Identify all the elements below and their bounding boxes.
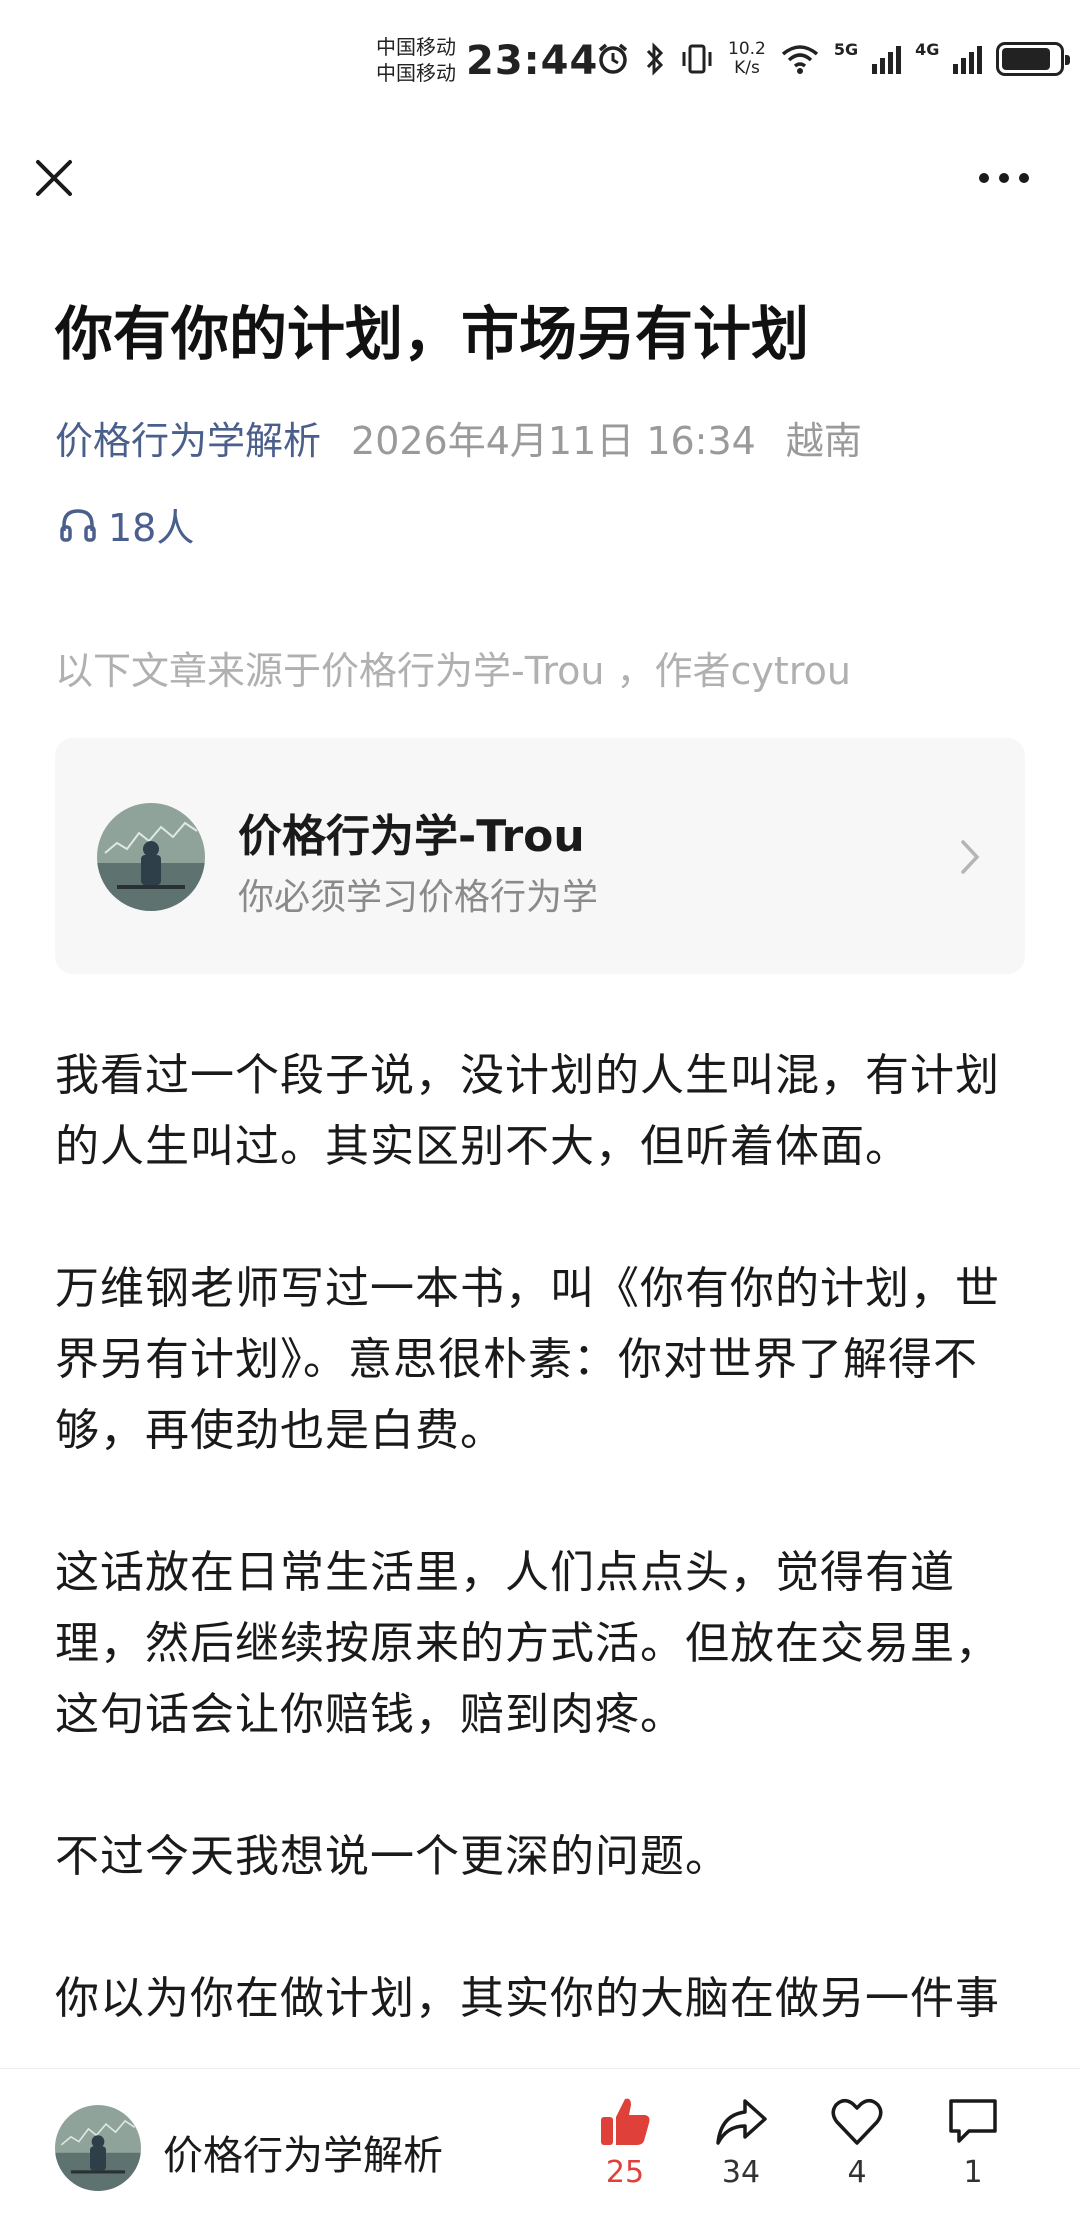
favorite-button[interactable]: 4 — [817, 2095, 897, 2190]
wifi-icon — [781, 45, 818, 74]
speed-unit: K/s — [734, 58, 760, 78]
author-link[interactable]: 价格行为学解析 — [55, 415, 321, 467]
comment-button[interactable]: 1 — [933, 2095, 1013, 2190]
publish-location: 越南 — [785, 419, 862, 463]
favorite-count: 4 — [847, 2155, 867, 2190]
close-button[interactable] — [28, 152, 80, 204]
network-speed: 10.2 K/s — [728, 40, 766, 78]
more-options-button[interactable] — [974, 158, 1034, 198]
source-account-description: 你必须学习价格行为学 — [238, 877, 599, 918]
heart-icon — [831, 2099, 883, 2145]
source-account-name: 价格行为学-Trou — [238, 811, 585, 862]
status-icons: 10.2 K/s 5G 4G — [596, 39, 1071, 78]
article-body: 我看过一个段子说，没计划的人生叫混，有计划的人生叫过。其实区别不大，但听着体面。… — [55, 1040, 1030, 2060]
carrier-labels: 中国移动 中国移动 — [376, 34, 456, 86]
alarm-icon — [598, 43, 628, 74]
source-account-card[interactable]: 价格行为学-Trou 你必须学习价格行为学 — [55, 738, 1025, 974]
listen-count[interactable]: 18人 — [58, 497, 194, 552]
thumbs-up-icon — [601, 2098, 650, 2145]
source-note: 以下文章来源于价格行为学-Trou ，作者cytrou — [55, 649, 851, 693]
chevron-right-icon — [961, 840, 980, 874]
article-paragraph: 你以为你在做计划，其实你的大脑在做另一件事 — [55, 1973, 1000, 2024]
close-icon — [36, 160, 72, 196]
comment-icon — [949, 2099, 997, 2143]
article-paragraph: 万维钢老师写过一本书，叫《你有你的计划，世界另有计划》。意思很朴素：你对世界了解… — [55, 1263, 1000, 1456]
carrier-2: 中国移动 — [376, 61, 456, 85]
account-name[interactable]: 价格行为学解析 — [163, 2123, 443, 2181]
like-button[interactable]: 25 — [585, 2095, 665, 2190]
share-icon — [716, 2099, 767, 2145]
source-account-avatar — [97, 803, 205, 911]
article-title: 你有你的计划，市场另有计划 — [55, 300, 810, 368]
publish-date: 2026年4月11日 16:34 — [351, 419, 756, 463]
bluetooth-icon — [646, 42, 664, 76]
like-count: 25 — [605, 2155, 645, 2190]
article-paragraph: 我看过一个段子说，没计划的人生叫混，有计划的人生叫过。其实区别不大，但听着体面。 — [55, 1050, 1000, 1172]
signal-bars-1-icon — [872, 44, 902, 74]
status-bar: 中国移动 中国移动 23:44 10.2 K/s 5G 4G — [0, 0, 1080, 130]
carrier-1: 中国移动 — [376, 35, 456, 59]
listen-count-label: 18人 — [108, 506, 195, 550]
article-paragraph: 这话放在日常生活里，人们点点头，觉得有道理，然后继续按原来的方式活。但放在交易里… — [55, 1547, 1000, 1740]
signal-bars-2-icon — [953, 44, 983, 74]
article-meta: 价格行为学解析 2026年4月11日 16:34 越南 — [55, 415, 862, 467]
account-avatar[interactable] — [55, 2105, 141, 2191]
more-icon — [979, 173, 1029, 183]
vibrate-icon — [682, 44, 712, 74]
article-paragraph: 不过今天我想说一个更深的问题。 — [55, 1831, 730, 1882]
battery-icon — [996, 42, 1071, 76]
network-type-1: 5G — [833, 39, 859, 59]
share-count: 34 — [721, 2155, 761, 2190]
share-button[interactable]: 34 — [701, 2095, 781, 2190]
bottom-action-bar: 价格行为学解析 25 34 4 1 — [0, 2068, 1080, 2228]
comment-count: 1 — [963, 2155, 983, 2190]
headphones-icon — [60, 508, 96, 542]
network-type-2: 4G — [915, 39, 940, 59]
status-time: 23:44 — [466, 38, 599, 84]
speed-value: 10.2 — [728, 39, 766, 59]
